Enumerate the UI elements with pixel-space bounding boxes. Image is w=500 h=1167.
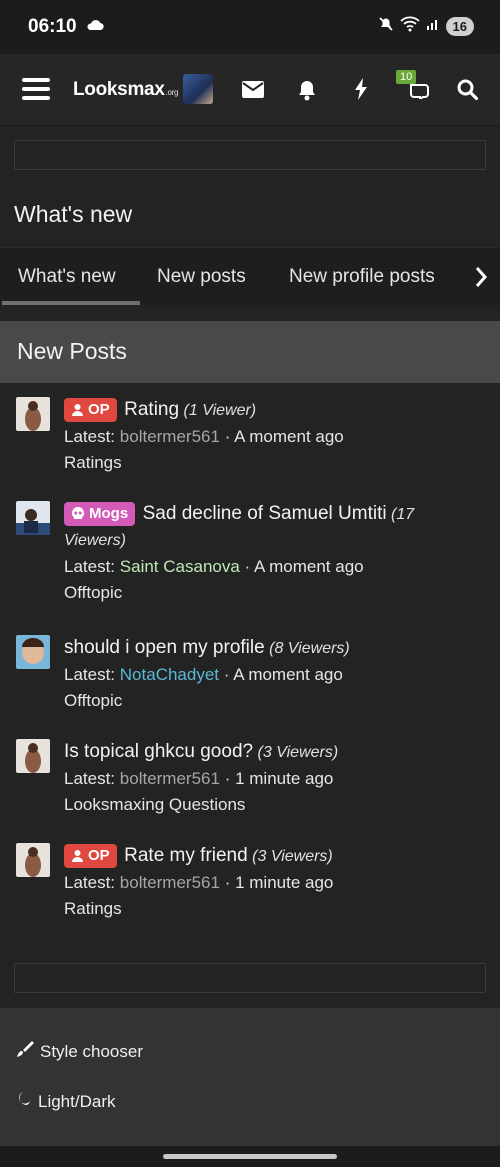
home-gesture-bar[interactable]: [163, 1154, 337, 1159]
active-tab-indicator: [2, 301, 140, 305]
prefix-label: OP: [88, 847, 110, 864]
latest-user-link[interactable]: boltermer561: [120, 427, 220, 446]
tab-bar: What's new New posts New profile posts: [0, 247, 500, 305]
forum-link[interactable]: Offtopic: [64, 580, 474, 606]
chevron-right-icon[interactable]: [474, 266, 488, 293]
viewer-count: (3 Viewers): [252, 848, 333, 865]
wifi-icon: [399, 16, 420, 37]
lightning-icon[interactable]: [354, 78, 368, 105]
mogs-prefix-badge[interactable]: Mogs: [64, 502, 136, 526]
latest-label: Latest:: [64, 769, 116, 788]
mute-icon: [378, 16, 394, 37]
latest-user-link[interactable]: NotaChadyet: [120, 665, 219, 684]
viewer-count: (8 Viewers): [269, 640, 350, 657]
status-bar: 06:10 16: [0, 0, 500, 54]
forum-link[interactable]: Offtopic: [64, 688, 474, 714]
latest-time[interactable]: · 1 minute ago: [225, 769, 334, 788]
op-prefix-badge[interactable]: OP: [64, 844, 117, 868]
paintbrush-icon: [16, 1040, 34, 1063]
page-title: What's new: [14, 201, 133, 227]
section-heading: New Posts: [17, 338, 127, 364]
section-header: New Posts: [0, 321, 500, 383]
latest-time[interactable]: · A moment ago: [225, 427, 344, 446]
avatar[interactable]: [16, 501, 50, 535]
latest-user-link[interactable]: Saint Casanova: [120, 557, 240, 576]
page-footer: Style chooser Light/Dark: [0, 1008, 500, 1146]
gesture-area: [0, 1146, 500, 1167]
latest-label: Latest:: [64, 557, 116, 576]
forum-link[interactable]: Ratings: [64, 450, 474, 476]
thread-title[interactable]: Sad decline of Samuel Umtiti: [143, 503, 387, 524]
latest-time[interactable]: · 1 minute ago: [225, 873, 334, 892]
envelope-icon[interactable]: [242, 81, 264, 103]
top-nav: Looksmax.org 10: [0, 54, 500, 126]
forum-link[interactable]: Ratings: [64, 896, 474, 922]
tab-new-profile-posts[interactable]: New profile posts: [289, 266, 435, 288]
site-logo[interactable]: Looksmax.org: [73, 79, 178, 101]
moon-icon: [16, 1091, 32, 1112]
style-chooser-label: Style chooser: [40, 1041, 143, 1061]
chat-bubbles-icon[interactable]: [405, 79, 429, 104]
thread-title[interactable]: should i open my profile: [64, 637, 265, 658]
latest-label: Latest:: [64, 427, 116, 446]
logo-text: Looksmax: [73, 79, 165, 100]
op-prefix-badge[interactable]: OP: [64, 398, 117, 422]
search-icon[interactable]: [457, 79, 479, 105]
avatar[interactable]: [16, 397, 50, 431]
notice-placeholder-bottom: [14, 963, 486, 993]
prefix-label: OP: [88, 401, 110, 418]
avatar[interactable]: [16, 635, 50, 669]
avatar[interactable]: [16, 843, 50, 877]
status-icons: 16: [378, 16, 474, 37]
tab-whats-new[interactable]: What's new: [18, 266, 116, 288]
latest-user-link[interactable]: boltermer561: [120, 873, 220, 892]
thread-title[interactable]: Is topical ghkcu good?: [64, 741, 253, 762]
latest-label: Latest:: [64, 665, 116, 684]
notice-placeholder-top: [14, 140, 486, 170]
latest-user-link[interactable]: boltermer561: [120, 769, 220, 788]
latest-time[interactable]: · A moment ago: [245, 557, 364, 576]
tab-new-posts[interactable]: New posts: [157, 266, 246, 288]
battery-indicator: 16: [445, 17, 474, 36]
thread-title[interactable]: Rating: [124, 399, 179, 420]
status-time: 06:10: [28, 16, 77, 37]
style-chooser-link[interactable]: Style chooser: [16, 1040, 143, 1063]
avatar[interactable]: [16, 739, 50, 773]
cloud-icon: [86, 18, 104, 36]
thread-title[interactable]: Rate my friend: [124, 845, 248, 866]
latest-label: Latest:: [64, 873, 116, 892]
light-dark-toggle[interactable]: Light/Dark: [16, 1091, 115, 1112]
prefix-label: Mogs: [89, 505, 129, 522]
light-dark-label: Light/Dark: [38, 1091, 116, 1111]
viewer-count: (1 Viewer): [183, 402, 257, 419]
logo-suffix: .org: [165, 88, 179, 97]
account-avatar[interactable]: [183, 74, 213, 104]
viewer-count: (3 Viewers): [257, 744, 339, 761]
bell-icon[interactable]: [297, 79, 317, 106]
signal-icon: [426, 17, 440, 36]
latest-time[interactable]: · A moment ago: [224, 665, 343, 684]
skull-icon: [71, 506, 85, 519]
menu-icon[interactable]: [22, 78, 50, 102]
forum-link[interactable]: Looksmaxing Questions: [64, 792, 474, 818]
